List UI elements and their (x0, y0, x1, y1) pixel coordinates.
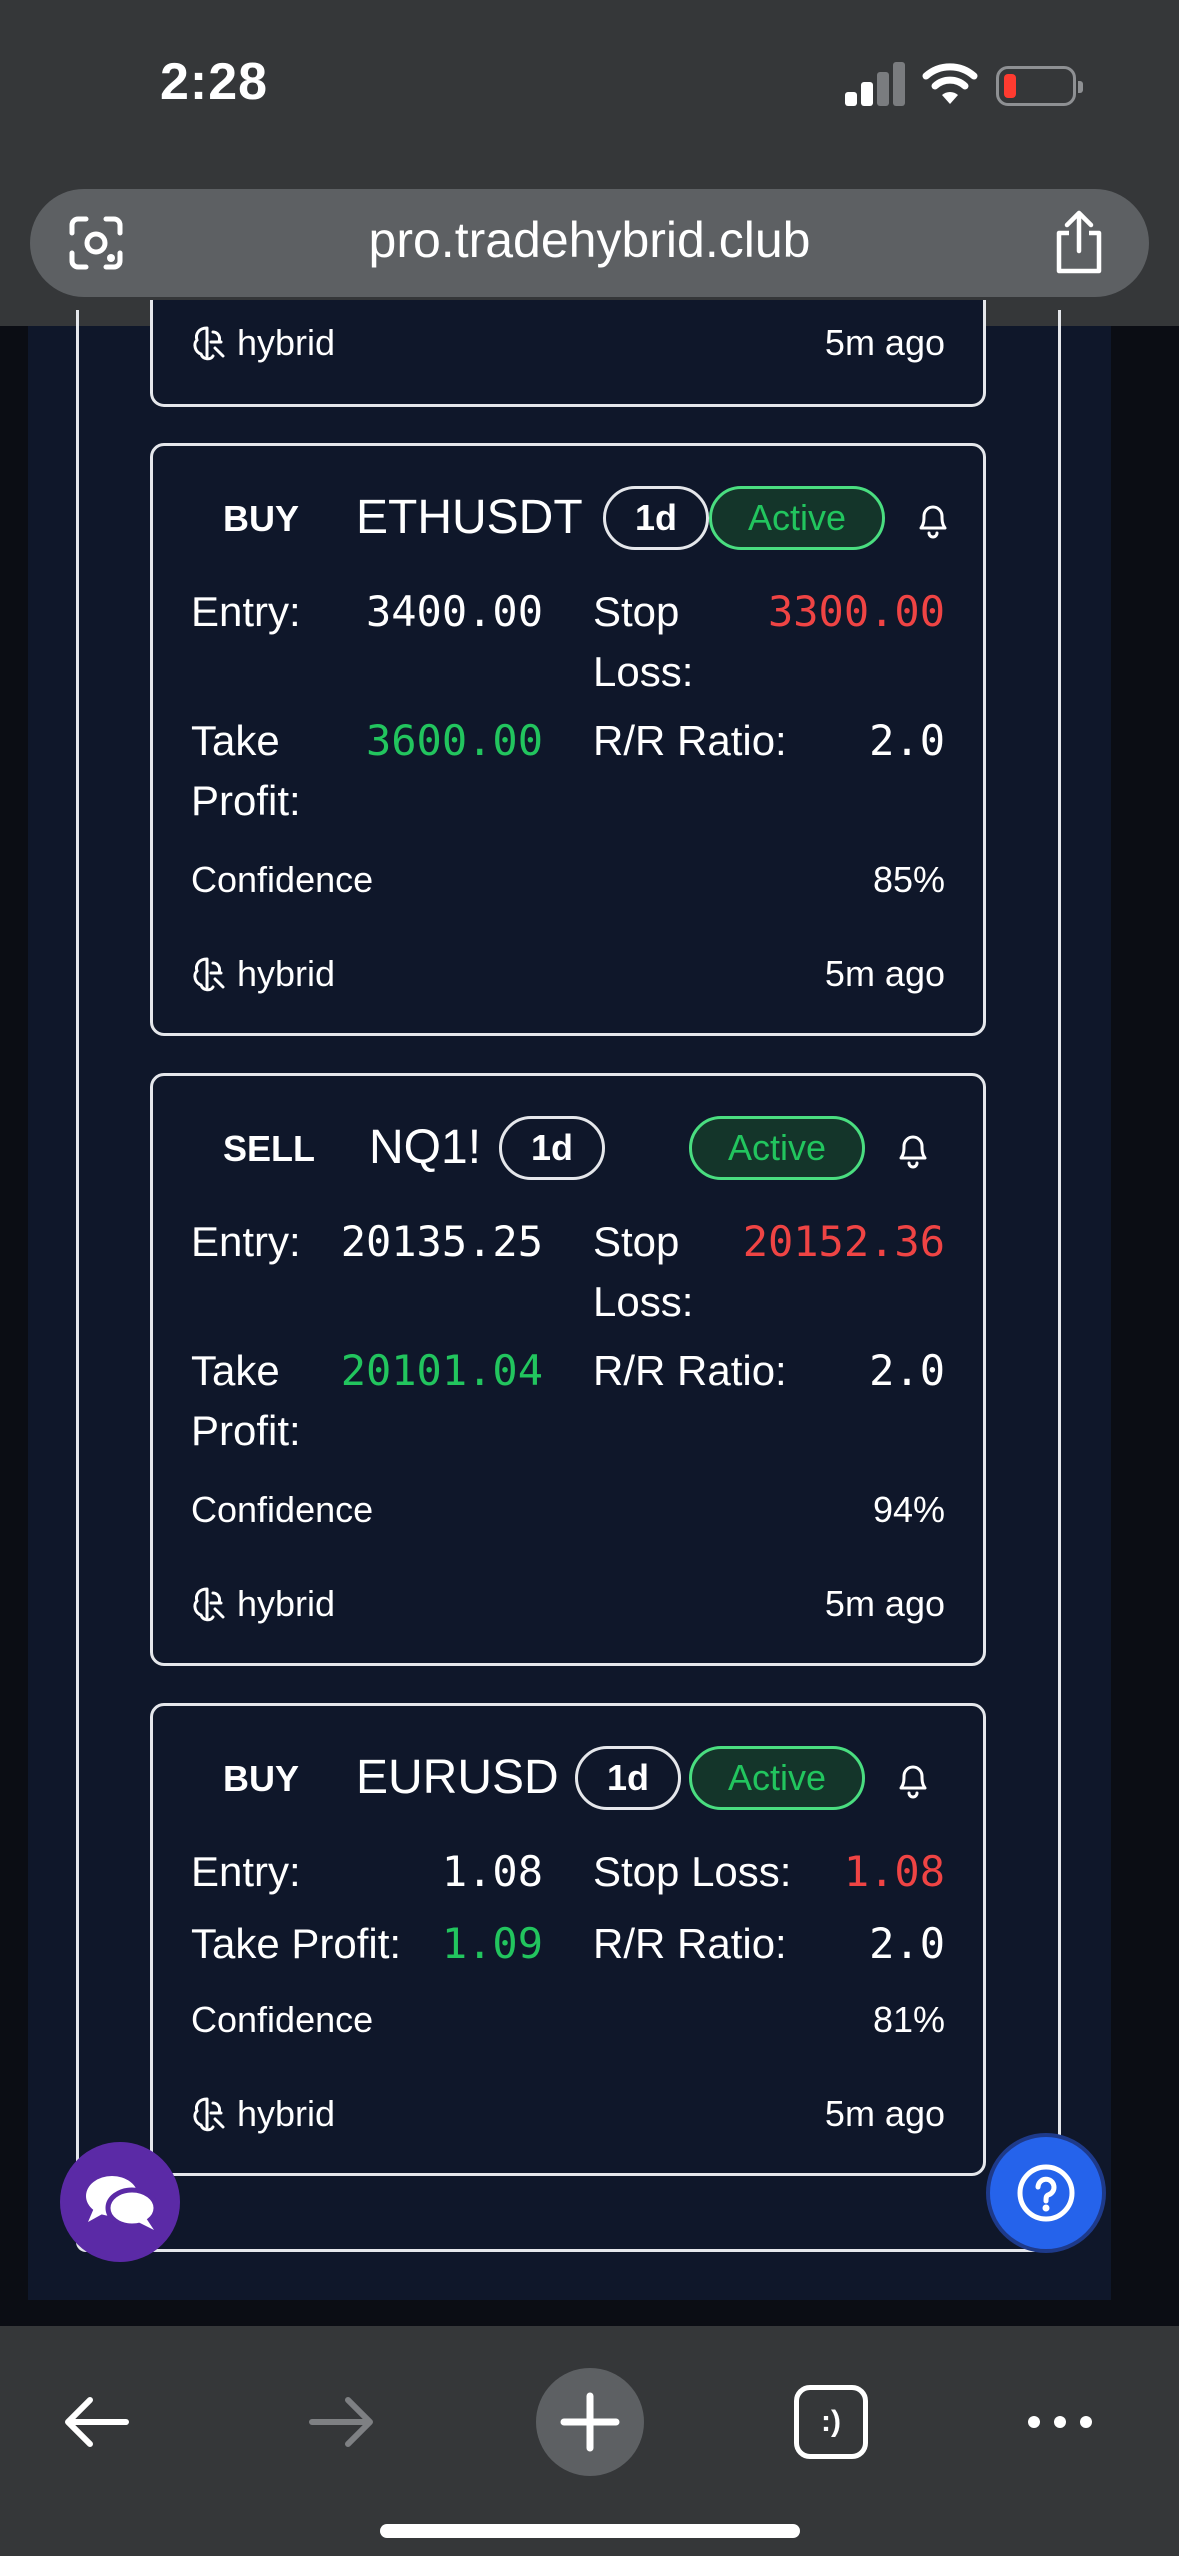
rr-label: R/R Ratio: (593, 1920, 787, 1967)
timeframe-badge: 1d (575, 1746, 681, 1810)
timeframe-badge: 1d (499, 1116, 605, 1180)
confidence-value: 85% (872, 859, 945, 900)
entry-value: 20135.25 (340, 1217, 543, 1266)
rr-label: R/R Ratio: (593, 1347, 787, 1394)
rr-label: R/R Ratio: (593, 717, 787, 764)
signal-card-previous[interactable]: hybrid 5m ago (150, 300, 986, 407)
brain-icon (193, 957, 225, 992)
signal-source: hybrid (191, 953, 335, 995)
confidence-value: 81% (872, 1999, 945, 2040)
entry-value: 3400.00 (365, 587, 543, 636)
timeframe-badge: 1d (603, 486, 709, 550)
entry-label: Entry: (191, 1848, 301, 1895)
source-label: hybrid (237, 1583, 336, 1624)
status-time: 2:28 (160, 53, 269, 111)
help-icon (1017, 2164, 1075, 2222)
symbol-label: EURUSD (356, 1751, 559, 1804)
take-profit-value: 3600.00 (365, 716, 543, 765)
more-icon[interactable] (1020, 2382, 1100, 2462)
chat-icon (86, 2176, 159, 2230)
time-ago: 5m ago (824, 322, 945, 363)
symbol-label: ETHUSDT (356, 491, 583, 544)
bell-icon[interactable] (895, 1760, 931, 1800)
direction-label: BUY (223, 498, 300, 539)
confidence-label: Confidence (191, 1999, 374, 2040)
address-bar[interactable]: pro.tradehybrid.club (30, 189, 1149, 297)
browser-top-bar: 2:28 pro.tradehybrid.club (0, 0, 1179, 326)
signal-card[interactable]: SELL NQ1! 1d Active Entry: 20135.25 Stop… (150, 1073, 986, 1666)
bell-icon[interactable] (895, 1130, 931, 1170)
time-ago: 5m ago (824, 2093, 945, 2134)
signal-source: hybrid (191, 1583, 335, 1625)
direction-label: SELL (223, 1128, 316, 1169)
take-profit-value: 1.09 (441, 1919, 543, 1968)
take-profit-label-2: Profit: (191, 1407, 301, 1454)
source-label: hybrid (237, 2093, 336, 2134)
home-indicator[interactable] (380, 2524, 800, 2538)
signal-source: hybrid (191, 2093, 335, 2135)
time-ago: 5m ago (824, 953, 945, 994)
entry-label: Entry: (191, 588, 301, 635)
stop-loss-label-2: Loss: (593, 648, 694, 695)
new-tab-icon (560, 2392, 620, 2452)
signal-card[interactable]: BUY EURUSD 1d Active Entry: 1.08 Stop Lo… (150, 1703, 986, 2176)
time-ago: 5m ago (824, 1583, 945, 1624)
browser-bottom-toolbar: :) (0, 2326, 1179, 2556)
stop-loss-value: 1.08 (843, 1847, 945, 1896)
status-badge: Active (709, 486, 885, 550)
signal-card[interactable]: BUY ETHUSDT 1d Active Entry: 3400.00 Sto… (150, 443, 986, 1036)
take-profit-value: 20101.04 (340, 1346, 543, 1395)
entry-value: 1.08 (441, 1847, 543, 1896)
confidence-label: Confidence (191, 859, 374, 900)
stop-loss-label-2: Loss: (593, 1278, 694, 1325)
brain-icon (193, 2097, 225, 2132)
battery-icon (996, 66, 1083, 106)
brain-icon (193, 326, 225, 361)
chat-button[interactable] (60, 2142, 180, 2262)
symbol-label: NQ1! (369, 1121, 482, 1174)
stop-loss-value: 20152.36 (742, 1217, 945, 1266)
confidence-value: 94% (872, 1489, 945, 1530)
source-label: hybrid (237, 322, 336, 363)
wifi-icon (922, 63, 978, 104)
bell-icon[interactable] (915, 500, 951, 540)
status-badge: Active (689, 1116, 865, 1180)
stop-loss-label: Stop (593, 588, 680, 635)
rr-value: 2.0 (869, 716, 945, 765)
cellular-signal-icon (845, 62, 907, 106)
entry-label: Entry: (191, 1218, 301, 1265)
direction-label: BUY (223, 1758, 300, 1799)
forward-icon[interactable] (302, 2382, 382, 2462)
share-icon[interactable] (1051, 209, 1107, 275)
stop-loss-label: Stop (593, 1218, 680, 1265)
help-button[interactable] (986, 2133, 1106, 2253)
new-tab-button[interactable] (536, 2368, 644, 2476)
tabs-button[interactable]: :) (794, 2385, 868, 2459)
take-profit-label: Take (191, 717, 280, 764)
back-icon[interactable] (56, 2382, 136, 2462)
stop-loss-value: 3300.00 (767, 587, 945, 636)
rr-value: 2.0 (869, 1346, 945, 1395)
take-profit-label: Take (191, 1347, 280, 1394)
brain-icon (193, 1587, 225, 1622)
url-text[interactable]: pro.tradehybrid.club (30, 211, 1149, 269)
signal-source: hybrid (191, 322, 335, 364)
confidence-label: Confidence (191, 1489, 374, 1530)
take-profit-label-2: Profit: (191, 777, 301, 824)
take-profit-label: Take Profit: (191, 1920, 402, 1967)
status-badge: Active (689, 1746, 865, 1810)
source-label: hybrid (237, 953, 336, 994)
rr-value: 2.0 (869, 1919, 945, 1968)
stop-loss-label: Stop Loss: (593, 1848, 792, 1895)
